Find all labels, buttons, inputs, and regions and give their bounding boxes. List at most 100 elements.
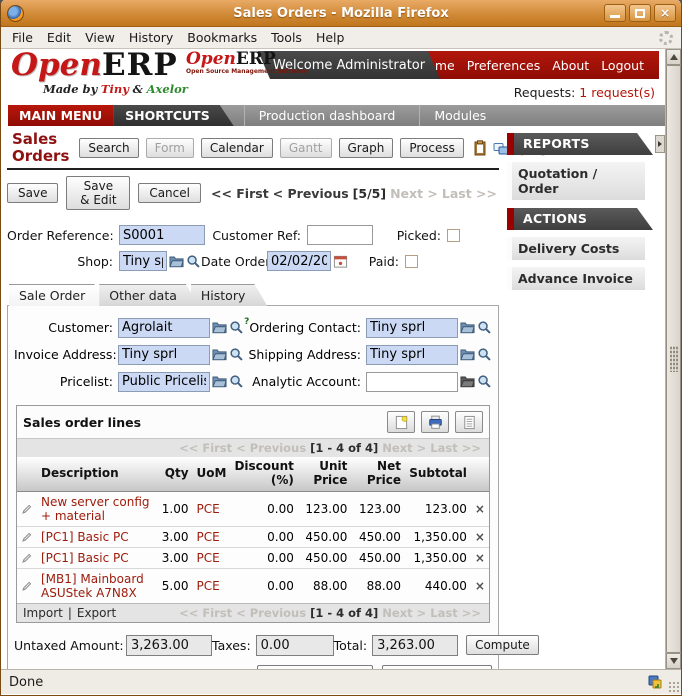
nav-modules[interactable]: Modules	[419, 105, 500, 126]
pager-first[interactable]: << First	[209, 186, 271, 201]
analytic-account-input[interactable]	[366, 371, 458, 392]
save-button[interactable]: Save	[7, 183, 59, 203]
cancel-order-button[interactable]: Cancel Order	[382, 664, 492, 669]
tab-other-data[interactable]: Other data	[99, 284, 199, 306]
shipping-address-open-icon[interactable]	[460, 347, 475, 362]
tab-sale-order[interactable]: Sale Order	[9, 284, 107, 306]
maximize-button[interactable]	[629, 4, 651, 22]
pricelist-input[interactable]	[118, 371, 210, 392]
scroll-up-button[interactable]	[666, 49, 681, 65]
minimize-button[interactable]	[604, 4, 626, 22]
sidebar-item-delivery-costs[interactable]: Delivery Costs	[507, 237, 645, 260]
new-line-button[interactable]	[387, 411, 415, 433]
menu-tools[interactable]: Tools	[264, 28, 309, 47]
shop-search-icon[interactable]	[186, 254, 201, 269]
order-line-row[interactable]: [PC1] Basic PC 3.00 PCE 0.00 450.00 450.…	[17, 525, 489, 548]
shipping-address-input[interactable]	[366, 344, 458, 365]
edit-line-icon[interactable]	[21, 580, 33, 592]
analytic-account-search-icon[interactable]	[477, 374, 492, 389]
link-preferences[interactable]: Preferences	[462, 58, 546, 73]
attachment-icon[interactable]	[472, 140, 488, 156]
order-line-row[interactable]: [PC1] Basic PC 3.00 PCE 0.00 450.00 450.…	[17, 546, 489, 569]
cancel-button[interactable]: Cancel	[138, 183, 201, 203]
edit-line-icon[interactable]	[21, 531, 33, 543]
invoice-address-search-icon[interactable]	[229, 347, 244, 362]
order-line-row[interactable]: New server config + material 1.00 PCE 0.…	[17, 491, 489, 526]
nav-production-dashboard[interactable]: Production dashboard	[243, 105, 410, 126]
link-about[interactable]: About	[547, 58, 594, 73]
view-button-graph[interactable]: Graph	[338, 137, 394, 158]
print-button[interactable]	[421, 411, 449, 433]
compute-button[interactable]: Compute	[466, 635, 539, 656]
view-button-calendar[interactable]: Calendar	[200, 137, 273, 158]
scrollbar-thumb[interactable]	[666, 65, 681, 653]
close-button[interactable]: ×	[654, 4, 676, 22]
picked-checkbox[interactable]	[447, 228, 460, 242]
col-qty[interactable]: Qty	[154, 457, 193, 492]
invoice-address-input[interactable]	[118, 344, 210, 365]
delete-line-icon[interactable]: ×	[470, 546, 489, 569]
sidebar-item-quotation-order[interactable]: Quotation / Order	[507, 162, 645, 200]
nav-shortcuts[interactable]: SHORTCUTS	[113, 105, 234, 126]
order-line-row[interactable]: [MB1] Mainboard ASUStek A7N8X 5.00 PCE 0…	[17, 567, 489, 603]
menu-view[interactable]: View	[78, 28, 122, 47]
tab-history[interactable]: History	[191, 284, 267, 306]
ordering-contact-search-icon[interactable]	[477, 320, 492, 335]
edit-line-icon[interactable]	[21, 503, 33, 515]
order-reference-input[interactable]	[119, 225, 205, 245]
ordering-contact-input[interactable]	[366, 317, 458, 338]
delete-line-icon[interactable]: ×	[470, 567, 489, 603]
date-ordered-input[interactable]	[267, 251, 331, 271]
menu-edit[interactable]: Edit	[40, 28, 78, 47]
paid-checkbox[interactable]	[405, 254, 418, 268]
view-button-search[interactable]: Search	[79, 137, 139, 158]
switch-view-button[interactable]	[455, 411, 483, 433]
analytic-account-open-icon[interactable]	[460, 374, 475, 389]
menu-bookmarks[interactable]: Bookmarks	[180, 28, 264, 47]
shop-open-icon[interactable]	[169, 254, 184, 269]
import-export-separator: |	[67, 605, 72, 620]
col-description[interactable]: Description	[37, 457, 155, 492]
confirm-order-button[interactable]: Confirm Order	[256, 664, 373, 669]
invoice-address-open-icon[interactable]	[212, 347, 227, 362]
software-update-icon[interactable]	[647, 674, 663, 690]
date-calendar-icon[interactable]	[333, 254, 348, 269]
customer-open-icon[interactable]	[212, 320, 227, 335]
ordering-contact-open-icon[interactable]	[460, 320, 475, 335]
menu-help[interactable]: Help	[309, 28, 352, 47]
col-uom[interactable]: UoM	[192, 457, 231, 492]
vertical-scrollbar[interactable]	[665, 49, 681, 669]
save-edit-button[interactable]: Save & Edit	[66, 176, 131, 210]
link-logout[interactable]: Logout	[596, 58, 649, 73]
sidebar-collapse-button[interactable]	[655, 135, 665, 153]
col-subtotal[interactable]: Subtotal	[404, 457, 471, 492]
pricelist-open-icon[interactable]	[212, 374, 227, 389]
requests-indicator[interactable]: Requests: 1 request(s)	[514, 85, 655, 100]
edit-line-icon[interactable]	[21, 552, 33, 564]
pricelist-search-icon[interactable]	[229, 374, 244, 389]
sidebar-item-advance-invoice[interactable]: Advance Invoice	[507, 267, 645, 290]
menu-history[interactable]: History	[122, 28, 180, 47]
customer-ref-input[interactable]	[307, 225, 373, 245]
menu-file[interactable]: File	[5, 28, 40, 47]
col-discount[interactable]: Discount (%)	[230, 457, 298, 492]
delete-line-icon[interactable]: ×	[471, 491, 489, 526]
export-link[interactable]: Export	[77, 606, 116, 620]
col-unit-price[interactable]: Unit Price	[297, 457, 352, 492]
window-titlebar[interactable]: Sales Orders - Mozilla Firefox ×	[1, 0, 681, 27]
lines-pager-top: << First < Previous [1 - 4 of 4] Next > Last…	[177, 441, 483, 455]
resize-grip[interactable]	[668, 681, 680, 693]
top-links-bar: Home Preferences About Logout	[418, 51, 659, 79]
delete-line-icon[interactable]: ×	[470, 525, 489, 548]
nav-main-menu[interactable]: MAIN MENU	[8, 105, 114, 126]
customer-input[interactable]	[118, 317, 210, 338]
pager-previous[interactable]: < Previous	[271, 186, 351, 201]
view-button-process[interactable]: Process	[400, 137, 464, 158]
scroll-down-button[interactable]	[666, 653, 681, 669]
import-link[interactable]: Import	[23, 606, 63, 620]
record-pager: << First < Previous [5/5] Next > Last >>	[209, 186, 499, 201]
col-net-price[interactable]: Net Price	[351, 457, 405, 492]
shop-input[interactable]	[119, 251, 167, 271]
shipping-address-search-icon[interactable]	[477, 347, 492, 362]
customer-search-icon[interactable]	[229, 320, 244, 335]
